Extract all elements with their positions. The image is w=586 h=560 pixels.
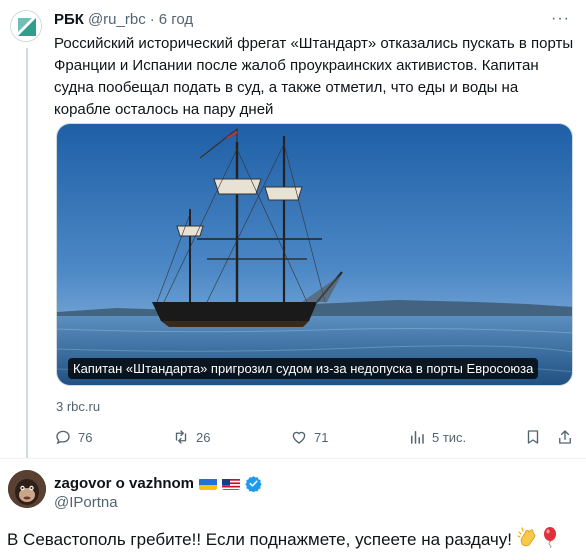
monkey-avatar-icon — [8, 470, 46, 508]
us-flag-icon — [222, 478, 241, 490]
author-handle[interactable]: @ru_rbc — [88, 11, 146, 28]
reply-count: 76 — [78, 429, 93, 445]
author-name[interactable]: РБК — [54, 11, 84, 28]
reply-header: zagovor o vazhnom — [54, 475, 262, 492]
separator-dot: · — [149, 11, 155, 28]
bookmark-icon — [527, 430, 539, 444]
reply-button[interactable]: 76 — [54, 428, 92, 446]
link-source[interactable]: 3 rbc.ru — [56, 399, 100, 414]
views-button[interactable]: 5 тис. — [408, 428, 466, 446]
reply-text: В Севастополь гребите!! Если поднажмете,… — [7, 529, 512, 549]
reply-tweet[interactable]: zagovor o vazhnom @IPortna В Севастополь… — [0, 459, 586, 560]
retweet-button[interactable]: 26 — [172, 428, 210, 446]
media-caption: Капитан «Штандарта» пригрозил судом из-з… — [68, 358, 539, 379]
retweet-count: 26 — [196, 429, 211, 445]
reply-icon — [56, 430, 70, 445]
more-options-button[interactable]: ··· — [551, 10, 570, 28]
author-name[interactable]: zagovor o vazhnom — [54, 475, 194, 492]
tweet-media[interactable]: Капитан «Штандарта» пригрозил судом из-з… — [56, 123, 573, 386]
retweet-icon — [175, 430, 187, 444]
verified-badge-icon[interactable] — [245, 475, 262, 492]
avatar[interactable] — [10, 10, 42, 42]
avatar[interactable] — [8, 470, 46, 508]
reply-text-row: В Севастополь гребите!! Если поднажмете,… — [7, 526, 558, 553]
frigate-photo — [57, 124, 572, 385]
tweet-time[interactable]: 6 год — [159, 11, 193, 28]
tweet-actions: 76 26 71 5 тис. — [54, 428, 576, 448]
ukraine-flag-icon — [199, 478, 218, 490]
balloon-emoji — [542, 526, 558, 553]
share-button[interactable] — [556, 428, 580, 446]
share-icon — [559, 430, 571, 444]
clapping-hands-emoji — [516, 526, 538, 553]
thread-line — [26, 48, 28, 458]
tweet[interactable]: РБК @ru_rbc · 6 год ··· Российский истор… — [0, 0, 586, 458]
like-button[interactable]: 71 — [290, 428, 328, 446]
like-count: 71 — [314, 429, 329, 445]
tweet-text: Российский исторический фрегат «Штандарт… — [54, 35, 574, 118]
bookmark-button[interactable] — [524, 428, 548, 446]
views-count: 5 тис. — [432, 429, 467, 445]
tweet-header: РБК @ru_rbc · 6 год — [54, 11, 193, 28]
author-handle[interactable]: @IPortna — [54, 494, 118, 511]
like-icon — [292, 431, 306, 444]
rbc-logo-icon — [11, 11, 41, 41]
views-icon — [411, 431, 424, 444]
